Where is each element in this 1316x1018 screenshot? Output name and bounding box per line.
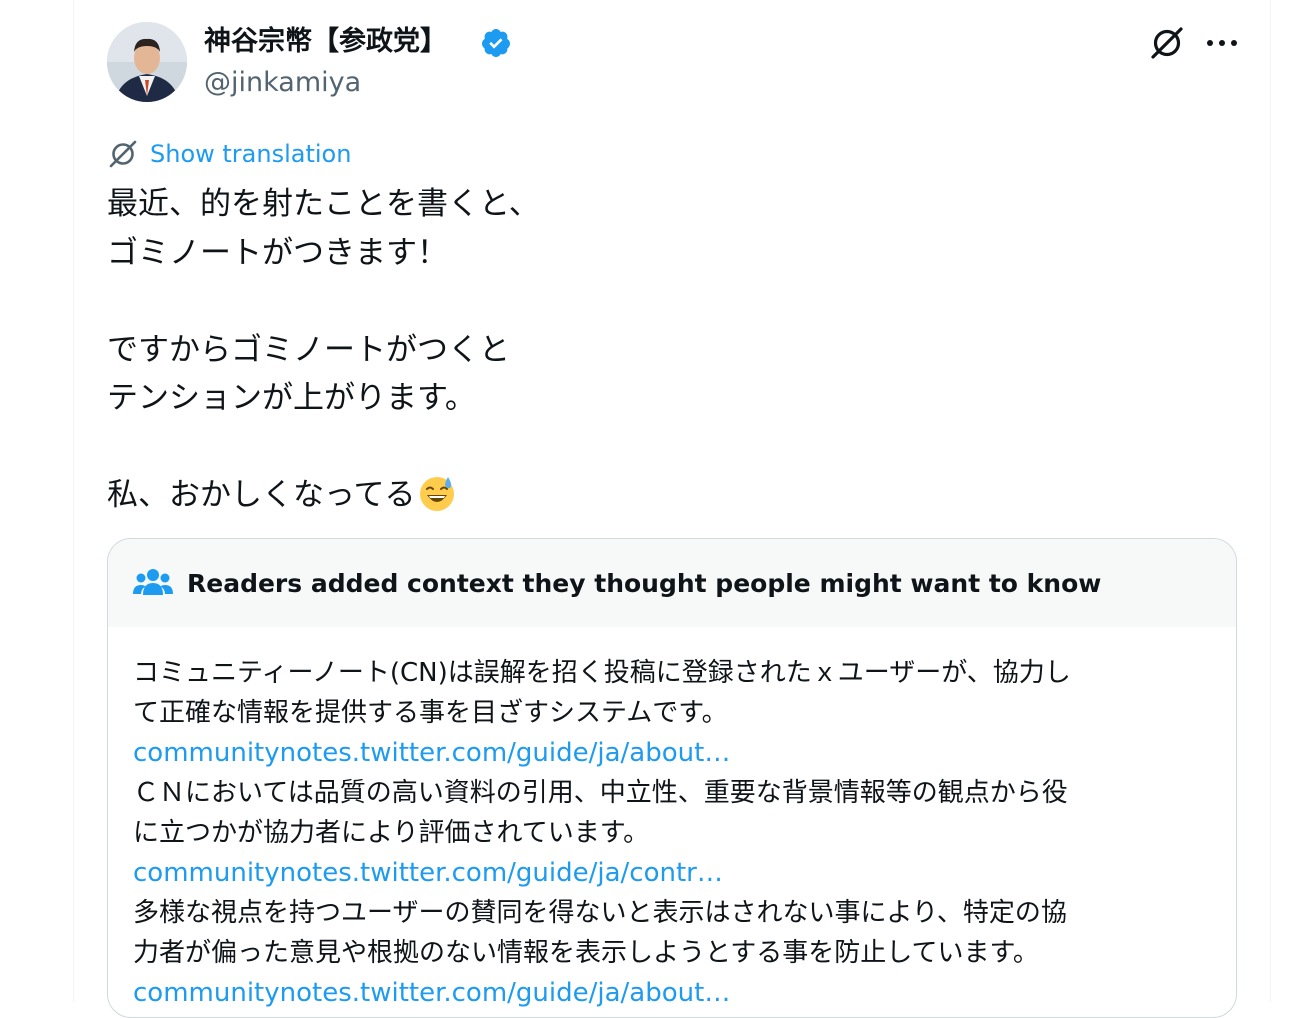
tweet-line: 最近、的を射たことを書くと、 — [107, 186, 540, 222]
people-icon — [133, 569, 173, 595]
show-translation-label: Show translation — [150, 140, 352, 168]
note-source-link[interactable]: communitynotes.twitter.com/guide/ja/abou… — [133, 973, 1212, 1013]
note-text-line: コミュニティーノート(CN)は誤解を招く投稿に登録されたｘユーザーが、協力し — [133, 658, 1071, 688]
more-options-button[interactable] — [1202, 24, 1242, 62]
tweet-line: ゴミノートがつきます！ — [107, 234, 448, 271]
tweet-text: 最近、的を射たことを書くと、 ゴミノートがつきます！ ですからゴミノートがつくと… — [107, 180, 1207, 520]
tweet-line-last: 私、おかしくなってる — [107, 471, 1207, 520]
note-text-line: ＣＮにおいては品質の高い資料の引用、中立性、重要な背景情報等の観点から役 — [133, 778, 1068, 808]
grinning-face-with-sweat-icon — [420, 477, 455, 511]
tweet-line: 私、おかしくなってる — [107, 477, 416, 513]
grok-icon — [1151, 27, 1183, 59]
note-text-line: て正確な情報を提供する事を目ざすシステムです。 — [133, 698, 728, 728]
note-text-line: 力者が偏った意見や根拠のない情報を表示しようとする事を防止しています。 — [133, 938, 1039, 968]
timeline-border-right — [1270, 0, 1271, 1002]
note-source-link[interactable]: communitynotes.twitter.com/guide/ja/abou… — [133, 733, 1212, 773]
note-text-line: 多様な視点を持つユーザーの賛同を得ないと表示はされない事により、特定の協 — [133, 898, 1067, 928]
tweet-line — [107, 277, 1207, 326]
community-note: Readers added context they thought peopl… — [107, 538, 1237, 1018]
community-note-header[interactable]: Readers added context they thought peopl… — [108, 539, 1236, 627]
author-handle[interactable]: @jinkamiya — [204, 66, 361, 100]
community-note-body: コミュニティーノート(CN)は誤解を招く投稿に登録されたｘユーザーが、協力し て… — [108, 627, 1236, 1013]
avatar-photo-icon — [107, 22, 187, 102]
note-source-link[interactable]: communitynotes.twitter.com/guide/ja/cont… — [133, 853, 1212, 893]
more-icon — [1207, 40, 1237, 46]
show-translation-link[interactable]: Show translation — [107, 137, 351, 171]
grok-button[interactable] — [1148, 24, 1186, 62]
verified-badge-icon[interactable] — [480, 27, 512, 59]
tweet-line: ですからゴミノートがつくと — [107, 331, 510, 368]
author-display-name[interactable]: 神谷宗幣【参政党】 — [204, 24, 447, 60]
timeline-border-left — [73, 0, 74, 1002]
avatar[interactable] — [107, 22, 187, 102]
grok-icon — [109, 140, 137, 168]
tweet-line — [107, 423, 1207, 472]
note-text-line: に立つかが協力者により評価されています。 — [133, 818, 650, 848]
tweet-line: テンションが上がります。 — [107, 380, 476, 416]
community-note-title: Readers added context they thought peopl… — [187, 568, 1102, 598]
